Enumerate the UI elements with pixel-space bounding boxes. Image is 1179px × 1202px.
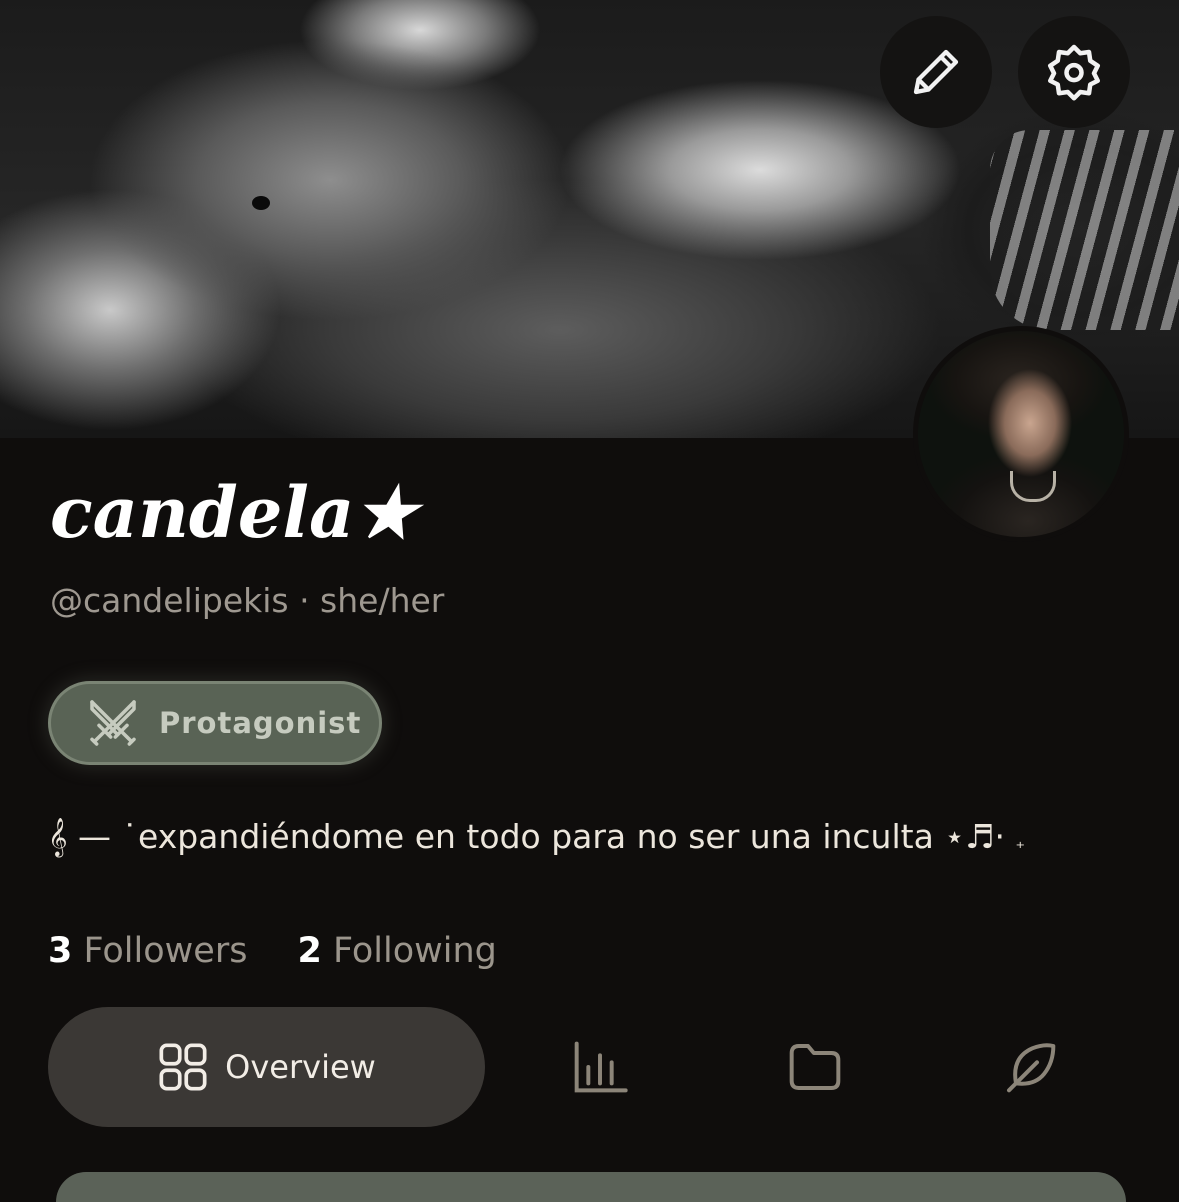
display-name: candela★: [50, 471, 418, 554]
avatar-chain-detail: [1010, 471, 1056, 502]
avatar-photo: [918, 331, 1124, 537]
tab-overview-label: Overview: [225, 1048, 376, 1086]
bio-text: 𝄞 — ˙expandiéndome en todo para no ser u…: [48, 817, 1006, 856]
followers-link[interactable]: 3 Followers: [48, 934, 247, 969]
feather-icon: [1007, 1043, 1056, 1093]
tab-writing[interactable]: [1000, 1037, 1060, 1097]
folder-icon: [789, 1044, 841, 1090]
profile-avatar[interactable]: [913, 326, 1129, 542]
following-count: 2: [297, 931, 322, 971]
tab-stats[interactable]: [570, 1037, 630, 1097]
bio-trail: ₊: [1015, 832, 1026, 853]
edit-profile-button[interactable]: [880, 16, 992, 128]
pencil-icon: [913, 49, 959, 95]
badge-label: Protagonist: [159, 706, 362, 740]
crossed-swords-icon: [90, 700, 136, 746]
following-link[interactable]: 2 Following: [297, 934, 496, 969]
grid-icon: [159, 1043, 207, 1091]
handle-and-pronouns: @candelipekis · she/her: [50, 581, 445, 620]
profile-bio: 𝄞 — ˙expandiéndome en todo para no ser u…: [48, 820, 1025, 853]
banner-blanket-stripes: [990, 130, 1179, 330]
followers-label: Followers: [83, 931, 248, 971]
followers-count: 3: [48, 931, 73, 971]
gear-icon: [1048, 44, 1100, 101]
bar-chart-icon: [574, 1041, 628, 1093]
protagonist-badge[interactable]: Protagonist: [48, 681, 382, 765]
tab-overview[interactable]: Overview: [48, 1007, 485, 1127]
next-section-card-edge: [56, 1172, 1126, 1202]
profile-tabs: Overview: [48, 1007, 1148, 1127]
following-label: Following: [332, 931, 497, 971]
tab-collections[interactable]: [785, 1037, 845, 1097]
follow-stats: 3 Followers 2 Following: [48, 934, 547, 969]
settings-button[interactable]: [1018, 16, 1130, 128]
banner-cat-eye: [252, 196, 270, 210]
